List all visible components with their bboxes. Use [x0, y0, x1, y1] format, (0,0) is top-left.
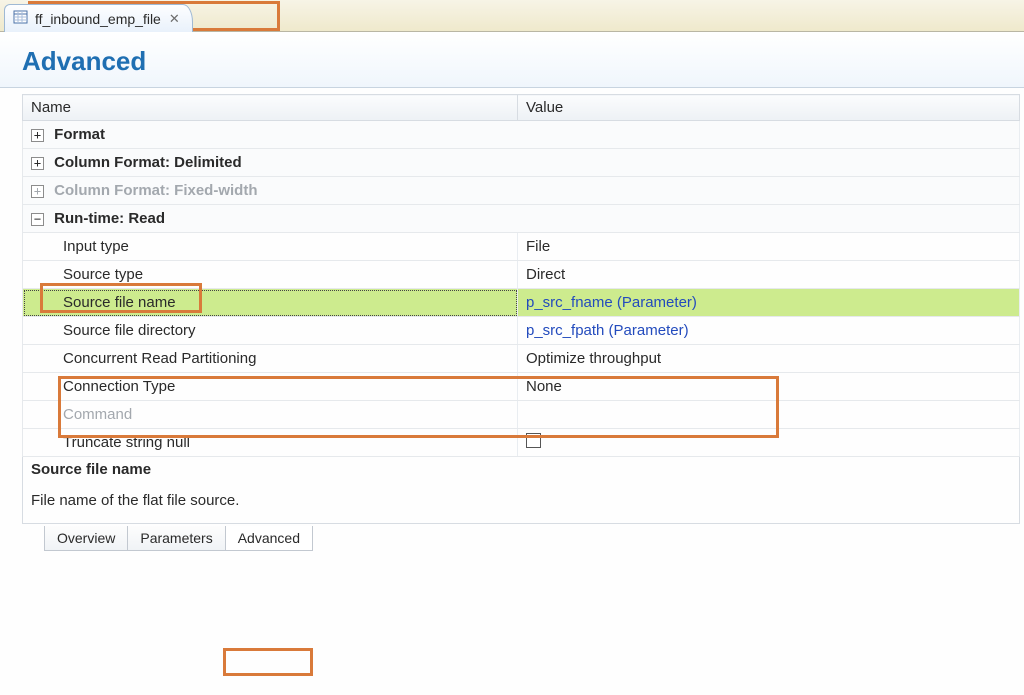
prop-value[interactable]: Direct — [518, 261, 1020, 289]
annotation-box — [223, 648, 313, 676]
group-column-delimited[interactable]: + Column Format: Delimited — [23, 149, 1020, 177]
group-label: Run-time: Read — [54, 210, 165, 227]
parameter-link[interactable]: p_src_fpath (Parameter) — [526, 322, 689, 339]
prop-name: Source file directory — [23, 317, 518, 345]
prop-value[interactable]: File — [518, 233, 1020, 261]
prop-name: Source file name — [23, 289, 518, 317]
checkbox[interactable] — [526, 433, 541, 448]
description-body: File name of the flat file source. — [31, 492, 1011, 509]
prop-row-source-file-directory[interactable]: Source file directory p_src_fpath (Param… — [23, 317, 1020, 345]
expand-icon: + — [31, 185, 44, 198]
tab-advanced[interactable]: Advanced — [225, 526, 313, 551]
prop-value[interactable]: p_src_fname (Parameter) — [518, 289, 1020, 317]
parameter-link[interactable]: p_src_fname (Parameter) — [526, 294, 697, 311]
editor-header: Advanced — [0, 32, 1024, 88]
group-label: Column Format: Fixed-width — [54, 182, 257, 199]
prop-row-input-type[interactable]: Input type File — [23, 233, 1020, 261]
expand-icon[interactable]: + — [31, 157, 44, 170]
prop-row-truncate-string-null[interactable]: Truncate string null — [23, 429, 1020, 457]
editor-page-tabs: Overview Parameters Advanced — [22, 526, 1020, 551]
tab-parameters[interactable]: Parameters — [127, 526, 225, 551]
prop-row-source-file-name[interactable]: Source file name p_src_fname (Parameter) — [23, 289, 1020, 317]
prop-name: Input type — [23, 233, 518, 261]
description-title: Source file name — [31, 461, 1011, 478]
prop-value[interactable] — [518, 429, 1020, 457]
prop-value — [518, 401, 1020, 429]
group-label: Format — [54, 126, 105, 143]
col-header-name[interactable]: Name — [23, 95, 518, 121]
prop-name: Source type — [23, 261, 518, 289]
page-title: Advanced — [22, 46, 1006, 77]
prop-row-source-type[interactable]: Source type Direct — [23, 261, 1020, 289]
col-header-value[interactable]: Value — [518, 95, 1020, 121]
property-description: Source file name File name of the flat f… — [22, 457, 1020, 524]
group-column-fixed: + Column Format: Fixed-width — [23, 177, 1020, 205]
prop-value[interactable]: Optimize throughput — [518, 345, 1020, 373]
group-label: Column Format: Delimited — [54, 154, 242, 171]
prop-value[interactable]: None — [518, 373, 1020, 401]
flat-file-icon — [13, 9, 29, 28]
prop-row-connection-type[interactable]: Connection Type None — [23, 373, 1020, 401]
prop-name: Connection Type — [23, 373, 518, 401]
prop-row-concurrent-read[interactable]: Concurrent Read Partitioning Optimize th… — [23, 345, 1020, 373]
properties-table: Name Value + Format + Column Format: Del… — [22, 94, 1020, 457]
prop-name: Truncate string null — [23, 429, 518, 457]
file-tab[interactable]: ff_inbound_emp_file ✕ — [4, 4, 193, 32]
file-tab-label: ff_inbound_emp_file — [35, 11, 161, 27]
close-tab-button[interactable]: ✕ — [167, 11, 182, 27]
collapse-icon[interactable]: − — [31, 213, 44, 226]
prop-row-command: Command — [23, 401, 1020, 429]
content-area: Name Value + Format + Column Format: Del… — [0, 88, 1024, 551]
group-runtime-read[interactable]: − Run-time: Read — [23, 205, 1020, 233]
group-format[interactable]: + Format — [23, 121, 1020, 149]
tab-overview[interactable]: Overview — [44, 526, 128, 551]
prop-name: Command — [23, 401, 518, 429]
prop-value[interactable]: p_src_fpath (Parameter) — [518, 317, 1020, 345]
expand-icon[interactable]: + — [31, 129, 44, 142]
prop-name: Concurrent Read Partitioning — [23, 345, 518, 373]
editor-tab-strip: ff_inbound_emp_file ✕ — [0, 0, 1024, 32]
